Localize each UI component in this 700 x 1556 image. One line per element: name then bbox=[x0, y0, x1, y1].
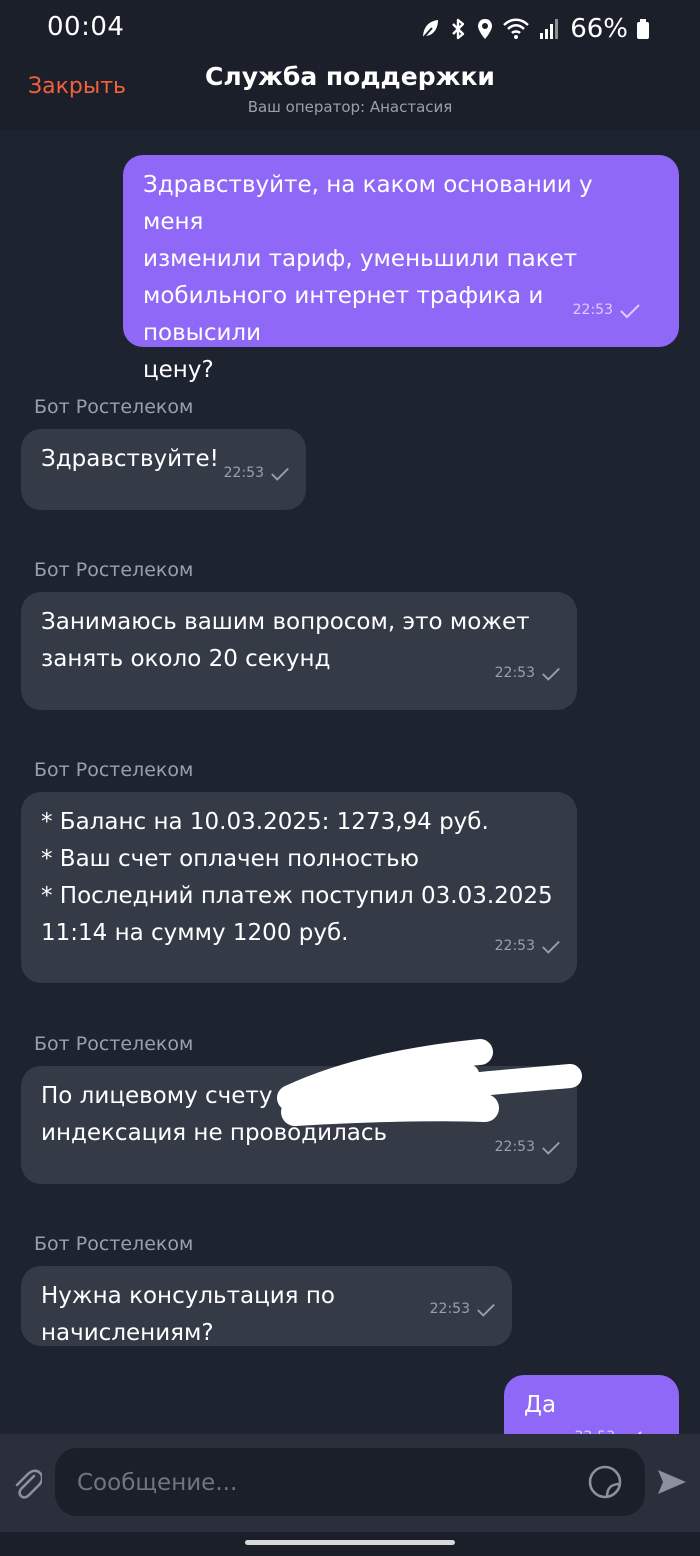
sender-name: Бот Ростелеком bbox=[34, 759, 194, 781]
chat-messages[interactable]: Здравствуйте, на каком основании у меня … bbox=[0, 130, 700, 1434]
message-text: Занимаюсь вашим вопросом, это может заня… bbox=[41, 609, 530, 672]
signal-icon bbox=[540, 19, 559, 39]
message-text: Нужна консультация по начислениям? bbox=[41, 1283, 335, 1346]
check-icon bbox=[271, 467, 289, 481]
message-time: 22:53 bbox=[572, 302, 613, 318]
sender-name: Бот Ростелеком bbox=[34, 559, 194, 581]
check-icon bbox=[542, 1141, 560, 1155]
battery-percent: 66% bbox=[570, 14, 628, 44]
status-icons: 66% bbox=[420, 12, 650, 46]
message-input-bar bbox=[0, 1434, 700, 1532]
attach-icon[interactable] bbox=[12, 1466, 42, 1500]
leaf-icon bbox=[422, 20, 439, 39]
message-text: По лицевому счету индексация не проводил… bbox=[41, 1083, 388, 1146]
message-time: 22:53 bbox=[494, 665, 535, 681]
message-time: 22:53 bbox=[494, 938, 535, 954]
bluetooth-icon bbox=[452, 18, 465, 40]
home-handle[interactable] bbox=[245, 1540, 455, 1545]
chat-header: Закрыть Служба поддержки Ваш оператор: А… bbox=[0, 58, 700, 130]
check-icon bbox=[542, 667, 560, 681]
message-time: 22:53 bbox=[575, 1419, 615, 1434]
status-time: 00:04 bbox=[47, 12, 125, 42]
wifi-icon bbox=[503, 18, 530, 39]
navigation-bar bbox=[0, 1532, 700, 1556]
message-bubble-bot: По лицевому счету индексация не проводил… bbox=[21, 1066, 577, 1184]
message-text: * Баланс на 10.03.2025: 1273,94 руб. * В… bbox=[41, 809, 553, 946]
sticker-icon[interactable] bbox=[587, 1464, 623, 1500]
page-title: Служба поддержки bbox=[205, 62, 495, 91]
message-bubble-bot: Занимаюсь вашим вопросом, это может заня… bbox=[21, 592, 577, 710]
message-field[interactable] bbox=[55, 1448, 645, 1518]
check-icon bbox=[620, 303, 640, 318]
location-icon bbox=[478, 19, 493, 39]
message-input[interactable] bbox=[75, 1448, 569, 1518]
send-icon[interactable] bbox=[656, 1466, 688, 1498]
message-bubble-user: Здравствуйте, на каком основании у меня … bbox=[123, 155, 679, 383]
sender-name: Бот Ростелеком bbox=[34, 396, 194, 418]
sender-name: Бот Ростелеком bbox=[34, 1233, 194, 1255]
check-icon bbox=[542, 940, 560, 954]
message-bubble-bot: Нужна консультация по начислениям? 22:53 bbox=[21, 1266, 512, 1346]
message-bubble-bot: Здравствуйте! 22:53 bbox=[21, 429, 306, 510]
sender-name: Бот Ростелеком bbox=[34, 1033, 194, 1055]
operator-subtitle: Ваш оператор: Анастасия bbox=[247, 98, 453, 116]
message-bubble-user: Да 22:53 bbox=[504, 1375, 679, 1434]
check-icon bbox=[477, 1303, 495, 1317]
battery-icon bbox=[637, 19, 649, 39]
message-time: 22:53 bbox=[429, 1301, 470, 1317]
status-bar: 00:04 66% bbox=[0, 0, 700, 58]
message-time: 22:53 bbox=[223, 465, 264, 481]
message-text: Здравствуйте, на каком основании у меня … bbox=[143, 172, 593, 383]
message-bubble-bot: * Баланс на 10.03.2025: 1273,94 руб. * В… bbox=[21, 792, 577, 983]
message-time: 22:53 bbox=[494, 1139, 535, 1155]
